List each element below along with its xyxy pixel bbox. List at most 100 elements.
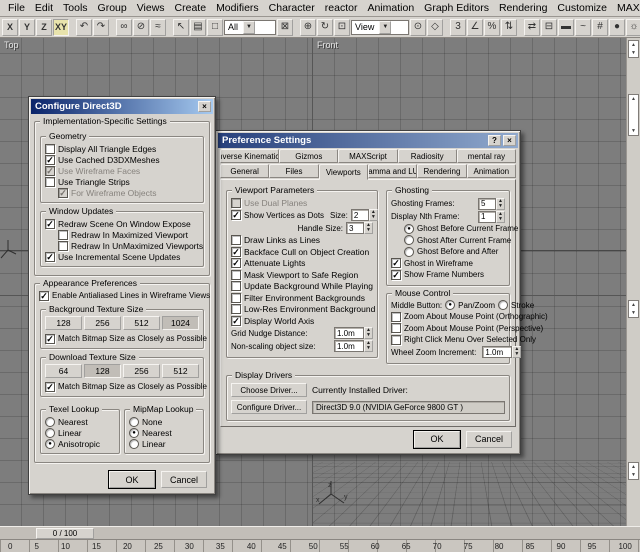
spinner-arrows-icon[interactable] (512, 346, 521, 358)
checkbox-zoom-about-mouse-orthographic[interactable]: Zoom About Mouse Point (Orthographic) (391, 311, 505, 323)
ok-button[interactable]: OK (109, 471, 155, 488)
tab-maxscript[interactable]: MAXScript (338, 149, 397, 163)
panel-scrollbar[interactable] (628, 94, 639, 136)
tab-mental-ray[interactable]: mental ray (457, 149, 516, 163)
checkbox-redraw-in-unmaximized-viewports[interactable]: Redraw In UnMaximized Viewports (45, 240, 199, 251)
bg-texture-256-button[interactable]: 256 (84, 316, 121, 330)
menu-item[interactable]: Graph Editors (419, 1, 494, 15)
tab-viewports[interactable]: Viewports (319, 164, 368, 180)
checkbox-display-world-axis[interactable]: ✓ Display World Axis (231, 315, 373, 327)
checkbox-use-triangle-strips[interactable]: Use Triangle Strips (45, 176, 199, 187)
radio-texel-linear[interactable]: Linear (45, 427, 115, 438)
tab-animation[interactable]: Animation (467, 164, 516, 178)
redo-icon[interactable]: ↷ (93, 19, 109, 36)
checkbox-redraw-in-maximized-viewport[interactable]: Redraw In Maximized Viewport (45, 229, 199, 240)
select-object-icon[interactable]: ↖ (173, 19, 189, 36)
select-and-manipulate-icon[interactable]: ◇ (427, 19, 443, 36)
checkbox-redraw-scene-on-window-expose[interactable]: ✓ Redraw Scene On Window Expose (45, 218, 199, 229)
viewport-top-label[interactable]: Top (4, 40, 19, 50)
menu-item[interactable]: MAXScript (612, 1, 640, 15)
bg-texture-512-button[interactable]: 512 (123, 316, 160, 330)
menu-item[interactable]: Customize (552, 1, 612, 15)
viewport-front-label[interactable]: Front (317, 40, 338, 50)
radio-texel-nearest[interactable]: Nearest (45, 416, 115, 427)
menu-item[interactable]: reactor (320, 1, 363, 15)
checkbox-zoom-about-mouse-perspective[interactable]: Zoom About Mouse Point (Perspective) (391, 323, 505, 335)
wheel-zoom-spinner[interactable]: 1.0m (482, 346, 521, 358)
radio-ghost-before-current-frame[interactable]: ● Ghost Before Current Frame (391, 223, 505, 235)
dl-texture-256-button[interactable]: 256 (123, 364, 160, 378)
tab-rendering[interactable]: Rendering (417, 164, 466, 178)
configure-driver-button[interactable]: Configure Driver... (231, 400, 307, 414)
spinner-value[interactable]: 1.0m (334, 340, 364, 352)
menu-item[interactable]: Group (93, 1, 132, 15)
percent-snap-icon[interactable]: % (484, 19, 500, 36)
tab-general[interactable]: General (220, 164, 269, 178)
handle-size-spinner[interactable]: 3 (346, 222, 373, 234)
tab-inverse-kinematics[interactable]: Inverse Kinematics (220, 149, 279, 163)
checkbox-bg-match-bitmap-size[interactable]: ✓ Match Bitmap Size as Closely as Possib… (45, 333, 199, 344)
time-slider[interactable]: 0 / 100 (36, 528, 94, 539)
spinner-value[interactable]: 3 (346, 222, 364, 234)
dl-texture-64-button[interactable]: 64 (45, 364, 82, 378)
radio-texel-anisotropic[interactable]: ● Anisotropic (45, 438, 115, 449)
panel-spinner[interactable] (628, 462, 639, 480)
use-center-icon[interactable]: ⊙ (410, 19, 426, 36)
radio-mipmap-none[interactable]: None (129, 416, 199, 427)
vertex-size-spinner[interactable]: 2 (351, 209, 378, 221)
mirror-icon[interactable]: ⇄ (524, 19, 540, 36)
checkbox-attenuate-lights[interactable]: ✓ Attenuate Lights (231, 258, 373, 270)
spinner-arrows-icon[interactable] (364, 327, 373, 339)
menu-item[interactable]: Create (170, 1, 212, 15)
spinner-arrows-icon[interactable] (364, 222, 373, 234)
menu-item[interactable]: Tools (58, 1, 93, 15)
panel-spinner[interactable] (628, 300, 639, 318)
ghosting-frames-spinner[interactable]: 5 (478, 198, 505, 210)
axis-constraint-xy-button[interactable]: XY (53, 19, 69, 36)
axis-constraint-z-button[interactable]: Z (36, 19, 52, 36)
bind-to-space-warp-icon[interactable]: ≈ (150, 19, 166, 36)
spinner-arrows-icon[interactable] (364, 340, 373, 352)
spinner-arrows-icon[interactable] (496, 198, 505, 210)
close-icon[interactable]: × (503, 135, 516, 146)
axis-constraint-y-button[interactable]: Y (19, 19, 35, 36)
select-by-name-icon[interactable]: ▤ (190, 19, 206, 36)
axis-constraint-x-button[interactable]: X (2, 19, 18, 36)
dialog-titlebar[interactable]: Preference Settings ? × (218, 133, 518, 148)
checkbox-backface-cull[interactable]: ✓ Backface Cull on Object Creation (231, 246, 373, 258)
radio-ghost-after-current-frame[interactable]: Ghost After Current Frame (391, 235, 505, 247)
spinner-value[interactable]: 2 (351, 209, 369, 221)
radio-mipmap-linear[interactable]: Linear (129, 438, 199, 449)
checkbox-use-cached-d3dxmeshes[interactable]: ✓ Use Cached D3DXMeshes (45, 154, 199, 165)
snap-toggle-icon[interactable]: 3 (450, 19, 466, 36)
dropdown-arrow-icon[interactable] (243, 21, 255, 34)
checkbox-use-incremental-scene-updates[interactable]: ✓ Use Incremental Scene Updates (45, 251, 199, 262)
tab-files[interactable]: Files (269, 164, 318, 178)
checkbox-right-click-menu-selected-only[interactable]: Right Click Menu Over Selected Only (391, 334, 505, 346)
angle-snap-icon[interactable]: ∠ (467, 19, 483, 36)
tab-gizmos[interactable]: Gizmos (279, 149, 338, 163)
checkbox-ghost-in-wireframe[interactable]: ✓ Ghost in Wireframe (391, 258, 505, 270)
close-icon[interactable]: × (198, 101, 211, 112)
dialog-titlebar[interactable]: Configure Direct3D × (31, 99, 213, 114)
spinner-value[interactable]: 1.0m (482, 346, 512, 358)
menu-item[interactable]: Modifiers (211, 1, 264, 15)
curve-editor-icon[interactable]: ~ (575, 19, 591, 36)
track-bar-ruler[interactable]: 0510152025303540455055606570758085909510… (0, 540, 640, 552)
select-and-link-icon[interactable]: ∞ (116, 19, 132, 36)
menu-item[interactable]: Edit (30, 1, 58, 15)
checkbox-use-dual-planes[interactable]: Use Dual Planes (231, 197, 373, 209)
align-icon[interactable]: ⊟ (541, 19, 557, 36)
checkbox-draw-links-as-lines[interactable]: Draw Links as Lines (231, 235, 373, 247)
spinner-arrows-icon[interactable] (496, 211, 505, 223)
spinner-snap-icon[interactable]: ⇅ (501, 19, 517, 36)
radio-mipmap-nearest[interactable]: ● Nearest (129, 427, 199, 438)
menu-item[interactable]: Character (264, 1, 320, 15)
radio-pan-zoom[interactable]: ● (445, 300, 455, 310)
radio-stroke[interactable] (498, 300, 508, 310)
tab-radiosity[interactable]: Radiosity (398, 149, 457, 163)
undo-icon[interactable]: ↶ (76, 19, 92, 36)
render-setup-icon[interactable]: ☼ (626, 19, 640, 36)
ok-button[interactable]: OK (414, 431, 460, 448)
choose-driver-button[interactable]: Choose Driver... (231, 383, 307, 397)
